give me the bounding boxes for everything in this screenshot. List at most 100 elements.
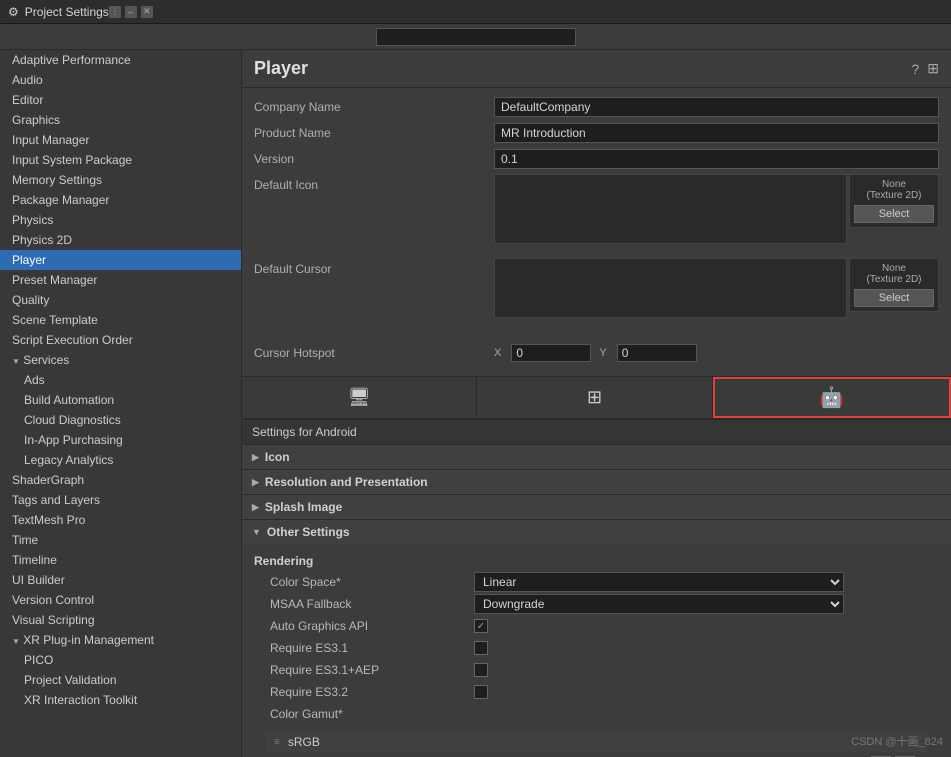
hotspot-y-input[interactable]	[617, 344, 697, 362]
cursor-side-panel: None(Texture 2D) Select	[849, 258, 939, 312]
sidebar-item-input-manager[interactable]: Input Manager	[0, 130, 241, 150]
other-settings-arrow: ▼	[252, 527, 261, 537]
sidebar-item-version-control[interactable]: Version Control	[0, 590, 241, 610]
icon-section-label: Icon	[265, 450, 290, 464]
sidebar-item-audio[interactable]: Audio	[0, 70, 241, 90]
product-name-input[interactable]	[494, 123, 939, 143]
msaa-dropdown[interactable]: Downgrade None	[474, 594, 844, 614]
minimize-btn[interactable]: –	[125, 6, 137, 18]
color-space-row: Color Space* Linear Gamma	[254, 572, 939, 592]
hotspot-x-input[interactable]	[511, 344, 591, 362]
auto-graphics-row: Auto Graphics API	[254, 616, 939, 636]
msaa-fallback-row: MSAA Fallback Downgrade None	[254, 594, 939, 614]
product-name-label: Product Name	[254, 126, 494, 140]
require-es31-checkbox[interactable]	[474, 641, 488, 655]
gamut-handle: ≡	[274, 737, 280, 748]
cursor-hotspot-label: Cursor Hotspot	[254, 346, 494, 360]
icon-section: ▶ Icon	[242, 445, 951, 470]
version-label: Version	[254, 152, 494, 166]
splash-collapse-arrow: ▶	[252, 502, 259, 513]
sidebar-item-input-system-package[interactable]: Input System Package	[0, 150, 241, 170]
sidebar-item-timeline[interactable]: Timeline	[0, 550, 241, 570]
sidebar-item-script-execution-order[interactable]: Script Execution Order	[0, 330, 241, 350]
icon-preview	[494, 174, 847, 244]
sidebar-item-cloud-diagnostics[interactable]: Cloud Diagnostics	[0, 410, 241, 430]
tab-android[interactable]: 🤖	[713, 377, 951, 418]
header-icons: ? ⊞	[911, 60, 939, 77]
sidebar-item-graphics[interactable]: Graphics	[0, 110, 241, 130]
color-space-dropdown[interactable]: Linear Gamma	[474, 572, 844, 592]
sidebar-item-quality[interactable]: Quality	[0, 290, 241, 310]
cursor-preview	[494, 258, 847, 318]
sidebar-item-scene-template[interactable]: Scene Template	[0, 310, 241, 330]
sidebar-item-memory-settings[interactable]: Memory Settings	[0, 170, 241, 190]
require-es32-row: Require ES3.2	[254, 682, 939, 702]
sidebar-item-shader-graph[interactable]: ShaderGraph	[0, 470, 241, 490]
cursor-select-button[interactable]: Select	[854, 289, 934, 307]
sidebar-item-visual-scripting[interactable]: Visual Scripting	[0, 610, 241, 630]
auto-graphics-checkbox[interactable]	[474, 619, 488, 633]
icon-collapse-header[interactable]: ▶ Icon	[242, 445, 951, 469]
require-es31aep-checkbox[interactable]	[474, 663, 488, 677]
help-icon[interactable]: ?	[911, 61, 919, 77]
company-name-input[interactable]	[494, 97, 939, 117]
other-settings-header[interactable]: ▼ Other Settings	[242, 520, 951, 544]
icon-select-button[interactable]: Select	[854, 205, 934, 223]
default-cursor-label: Default Cursor	[254, 258, 494, 276]
sidebar-item-build-automation[interactable]: Build Automation	[0, 390, 241, 410]
sidebar-item-project-validation[interactable]: Project Validation	[0, 670, 241, 690]
icon-side-panel: None(Texture 2D) Select	[849, 174, 939, 228]
tab-web[interactable]: ⊞	[477, 377, 712, 418]
sidebar-item-editor[interactable]: Editor	[0, 90, 241, 110]
gamut-srgb-row: ≡ sRGB	[266, 732, 927, 752]
sidebar-item-player[interactable]: Player	[0, 250, 241, 270]
close-btn[interactable]: ✕	[141, 6, 153, 18]
sidebar-item-in-app-purchasing[interactable]: In-App Purchasing	[0, 430, 241, 450]
sidebar-item-services[interactable]: ▼ Services	[0, 350, 241, 370]
cursor-hotspot-row: Cursor Hotspot X Y	[254, 342, 939, 364]
sidebar-item-package-manager[interactable]: Package Manager	[0, 190, 241, 210]
window-controls[interactable]: ⋮ – ✕	[109, 6, 153, 18]
sidebar-item-ui-builder[interactable]: UI Builder	[0, 570, 241, 590]
sidebar-item-adaptive-performance[interactable]: Adaptive Performance	[0, 50, 241, 70]
splash-collapse-header[interactable]: ▶ Splash Image	[242, 495, 951, 519]
android-icon: 🤖	[819, 385, 844, 410]
sidebar-item-physics[interactable]: Physics	[0, 210, 241, 230]
services-triangle: ▼	[12, 357, 20, 366]
sidebar-item-preset-manager[interactable]: Preset Manager	[0, 270, 241, 290]
sidebar-item-pico[interactable]: PICO	[0, 650, 241, 670]
require-es32-value	[474, 685, 939, 699]
sidebar-item-tags-and-layers[interactable]: Tags and Layers	[0, 490, 241, 510]
content-area: Player ? ⊞ Company Name Product Name Ver…	[242, 50, 951, 757]
settings-icon: ⚙	[8, 5, 19, 19]
tab-pc[interactable]: 🖥	[242, 377, 477, 418]
product-name-row: Product Name	[254, 122, 939, 144]
version-input[interactable]	[494, 149, 939, 169]
sidebar-item-xr-plug-in-management[interactable]: ▼ XR Plug-in Management	[0, 630, 241, 650]
settings-for-android-header: Settings for Android	[242, 419, 951, 445]
require-es31aep-label: Require ES3.1+AEP	[254, 663, 474, 677]
resolution-collapse-header[interactable]: ▶ Resolution and Presentation	[242, 470, 951, 494]
sidebar-item-physics-2d[interactable]: Physics 2D	[0, 230, 241, 250]
gamut-srgb-label: sRGB	[288, 735, 320, 749]
sidebar-item-ads[interactable]: Ads	[0, 370, 241, 390]
content-header: Player ? ⊞	[242, 50, 951, 88]
other-settings-section: ▼ Other Settings Rendering Color Space* …	[242, 520, 951, 757]
color-gamut-label-row: Color Gamut*	[254, 704, 939, 724]
x-label: X	[494, 347, 501, 359]
require-es32-checkbox[interactable]	[474, 685, 488, 699]
sidebar-item-legacy-analytics[interactable]: Legacy Analytics	[0, 450, 241, 470]
title-bar-text: Project Settings	[25, 5, 109, 19]
web-icon: ⊞	[587, 387, 602, 408]
color-space-value: Linear Gamma	[474, 572, 939, 592]
require-es31-value	[474, 641, 939, 655]
sidebar-item-xr-interaction-toolkit[interactable]: XR Interaction Toolkit	[0, 690, 241, 710]
menu-btn[interactable]: ⋮	[109, 6, 121, 18]
msaa-value: Downgrade None	[474, 594, 939, 614]
resolution-collapse-arrow: ▶	[252, 477, 259, 488]
sidebar-item-textmesh-pro[interactable]: TextMesh Pro	[0, 510, 241, 530]
search-input[interactable]	[376, 28, 576, 46]
layout-icon[interactable]: ⊞	[927, 60, 939, 77]
cursor-hotspot-xy: X Y	[494, 344, 697, 362]
sidebar-item-time[interactable]: Time	[0, 530, 241, 550]
